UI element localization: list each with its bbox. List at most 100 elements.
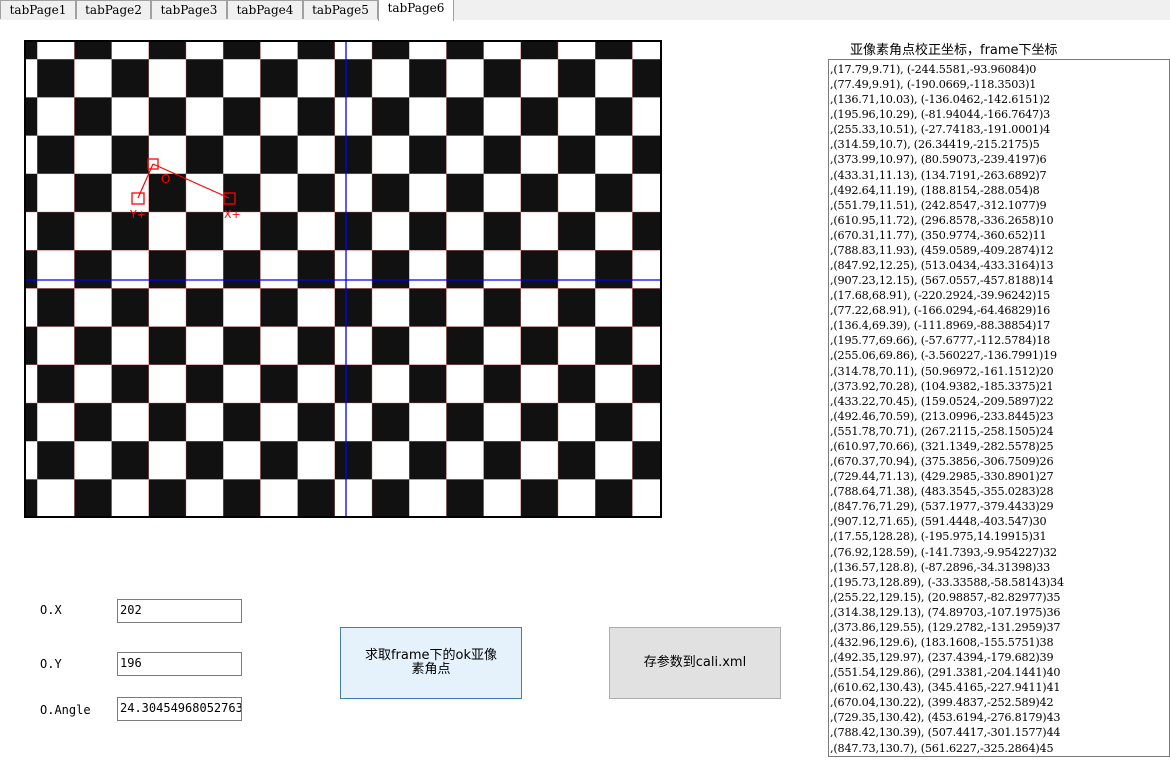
- list-item[interactable]: ,(314.38,129.13), (74.89703,-107.1975)36: [830, 605, 1169, 620]
- ox-input[interactable]: 202: [117, 599, 242, 623]
- angle-input[interactable]: 24.30454968052763: [117, 697, 242, 721]
- checker-cell: [297, 59, 336, 98]
- list-item[interactable]: ,(907.23,12.15), (567.0557,-457.8188)14: [830, 273, 1169, 288]
- list-item[interactable]: ,(314.78,70.11), (50.96972,-161.1512)20: [830, 364, 1169, 379]
- checker-cell: [26, 249, 38, 289]
- checker-cell: [371, 173, 410, 213]
- checker-cell: [74, 135, 113, 175]
- checker-cell: [595, 364, 634, 404]
- checker-cell: [334, 211, 373, 251]
- list-item[interactable]: ,(670.04,130.22), (399.4837,-252.589)42: [830, 695, 1169, 710]
- list-item[interactable]: ,(255.33,10.51), (-27.74183,-191.0001)4: [830, 122, 1169, 137]
- checker-cell: [260, 97, 299, 137]
- list-item[interactable]: ,(907.12,71.65), (591.4448,-403.547)30: [830, 514, 1169, 529]
- checker-cell: [446, 326, 485, 366]
- tab-page6[interactable]: tabPage6: [378, 0, 454, 21]
- list-item[interactable]: ,(255.22,129.15), (20.98857,-82.82977)35: [830, 590, 1169, 605]
- list-item[interactable]: ,(492.46,70.59), (213.0996,-233.8445)23: [830, 409, 1169, 424]
- checker-cell: [334, 97, 373, 137]
- list-item[interactable]: ,(788.42,130.39), (507.4417,-301.1577)44: [830, 725, 1169, 740]
- list-item[interactable]: ,(255.06,69.86), (-3.560227,-136.7991)19: [830, 348, 1169, 363]
- checker-cell: [446, 59, 485, 98]
- list-item[interactable]: ,(136.71,10.03), (-136.0462,-142.6151)2: [830, 92, 1169, 107]
- list-item[interactable]: ,(195.96,10.29), (-81.94044,-166.7647)3: [830, 107, 1169, 122]
- list-item[interactable]: ,(729.35,130.42), (453.6194,-276.8179)43: [830, 710, 1169, 725]
- list-item[interactable]: ,(76.92,128.59), (-141.7393,-9.954227)32: [830, 545, 1169, 560]
- list-item[interactable]: ,(136.4,69.39), (-111.8969,-88.38854)17: [830, 318, 1169, 333]
- checker-cell: [409, 326, 448, 366]
- list-item[interactable]: ,(670.31,11.77), (350.9774,-360.652)11: [830, 228, 1169, 243]
- checker-cell: [334, 441, 373, 481]
- checker-cell: [632, 441, 660, 481]
- tab-page5[interactable]: tabPage5: [303, 0, 378, 19]
- checker-cell: [260, 326, 299, 366]
- checker-cell: [520, 173, 559, 213]
- list-item[interactable]: ,(551.79,11.51), (242.8547,-312.1077)9: [830, 198, 1169, 213]
- list-title: 亚像素角点校正坐标，frame下坐标: [850, 43, 1058, 58]
- list-item[interactable]: ,(551.54,129.86), (291.3381,-204.1441)40: [830, 665, 1169, 680]
- checker-cell: [595, 288, 634, 328]
- tab-page1[interactable]: tabPage1: [0, 0, 76, 19]
- checker-cell: [26, 135, 38, 175]
- checker-cell: [297, 135, 336, 175]
- list-item[interactable]: ,(729.44,71.13), (429.2985,-330.8901)27: [830, 469, 1169, 484]
- checker-cell: [520, 135, 559, 175]
- list-item[interactable]: ,(847.73,130.7), (561.6227,-325.2864)45: [830, 741, 1169, 756]
- checkerboard-image-view[interactable]: O X+ Y+: [24, 40, 662, 518]
- checker-cell: [409, 249, 448, 289]
- checker-cell: [557, 479, 596, 516]
- list-item[interactable]: ,(610.97,70.66), (321.1349,-282.5578)25: [830, 439, 1169, 454]
- list-item[interactable]: ,(373.99,10.97), (80.59073,-239.4197)6: [830, 152, 1169, 167]
- list-item[interactable]: ,(433.22,70.45), (159.0524,-209.5897)22: [830, 394, 1169, 409]
- list-item[interactable]: ,(195.73,128.89), (-33.33588,-58.58143)3…: [830, 575, 1169, 590]
- list-item[interactable]: ,(77.22,68.91), (-166.0294,-64.46829)16: [830, 303, 1169, 318]
- checker-cell: [520, 479, 559, 516]
- checker-cell: [26, 402, 38, 442]
- checker-cell: [371, 402, 410, 442]
- checker-cell: [222, 59, 261, 98]
- checker-cell: [520, 59, 559, 98]
- checker-cell: [632, 211, 660, 251]
- list-item[interactable]: ,(373.92,70.28), (104.9382,-185.3375)21: [830, 379, 1169, 394]
- list-item[interactable]: ,(17.79,9.71), (-244.5581,-93.96084)0: [830, 62, 1169, 77]
- list-item[interactable]: ,(136.57,128.8), (-87.2896,-34.31398)33: [830, 560, 1169, 575]
- tab-page4[interactable]: tabPage4: [227, 0, 303, 19]
- list-item[interactable]: ,(373.86,129.55), (129.2782,-131.2959)37: [830, 620, 1169, 635]
- list-item[interactable]: ,(314.59,10.7), (26.34419,-215.2175)5: [830, 137, 1169, 152]
- list-item[interactable]: ,(610.95,11.72), (296.8578,-336.2658)10: [830, 213, 1169, 228]
- checker-cell: [371, 97, 410, 137]
- checker-cell: [26, 97, 38, 137]
- list-item[interactable]: ,(847.92,12.25), (513.0434,-433.3164)13: [830, 258, 1169, 273]
- checker-cell: [632, 97, 660, 137]
- list-item[interactable]: ,(492.64,11.19), (188.8154,-288.054)8: [830, 183, 1169, 198]
- checker-cell: [595, 326, 634, 366]
- checker-cell: [260, 59, 299, 98]
- angle-label: O.Angle: [40, 703, 91, 717]
- checker-cell: [483, 211, 522, 251]
- list-item[interactable]: ,(77.49,9.91), (-190.0669,-118.3503)1: [830, 77, 1169, 92]
- tab-page3[interactable]: tabPage3: [151, 0, 227, 19]
- checker-cell: [36, 402, 75, 442]
- checker-cell: [334, 479, 373, 516]
- list-item[interactable]: ,(610.62,130.43), (345.4165,-227.9411)41: [830, 680, 1169, 695]
- list-item[interactable]: ,(433.31,11.13), (134.7191,-263.6892)7: [830, 168, 1169, 183]
- list-item[interactable]: ,(432.96,129.6), (183.1608,-155.5751)38: [830, 635, 1169, 650]
- list-item[interactable]: ,(17.68,68.91), (-220.2924,-39.96242)15: [830, 288, 1169, 303]
- checker-cell: [26, 441, 38, 481]
- oy-input[interactable]: 196: [117, 652, 242, 676]
- checker-cell: [334, 173, 373, 213]
- list-item[interactable]: ,(195.77,69.66), (-57.6777,-112.5784)18: [830, 333, 1169, 348]
- list-item[interactable]: ,(847.76,71.29), (537.1977,-379.4433)29: [830, 499, 1169, 514]
- list-item[interactable]: ,(788.83,11.93), (459.0589,-409.2874)12: [830, 243, 1169, 258]
- compute-subpixel-corners-button[interactable]: 求取frame下的ok亚像素角点: [340, 627, 522, 699]
- checker-cell: [371, 288, 410, 328]
- list-item[interactable]: ,(788.64,71.38), (483.3545,-355.0283)28: [830, 484, 1169, 499]
- save-cali-xml-button[interactable]: 存参数到cali.xml: [609, 627, 781, 699]
- tab-page2[interactable]: tabPage2: [76, 0, 151, 19]
- list-item[interactable]: ,(492.35,129.97), (237.4394,-179.682)39: [830, 650, 1169, 665]
- list-item[interactable]: ,(551.78,70.71), (267.2115,-258.1505)24: [830, 424, 1169, 439]
- coordinates-listbox[interactable]: ,(17.79,9.71), (-244.5581,-93.96084)0 ,(7…: [828, 59, 1170, 757]
- list-item[interactable]: ,(670.37,70.94), (375.3856,-306.7509)26: [830, 454, 1169, 469]
- origin-label: O: [161, 172, 170, 186]
- list-item[interactable]: ,(17.55,128.28), (-195.975,14.19915)31: [830, 529, 1169, 544]
